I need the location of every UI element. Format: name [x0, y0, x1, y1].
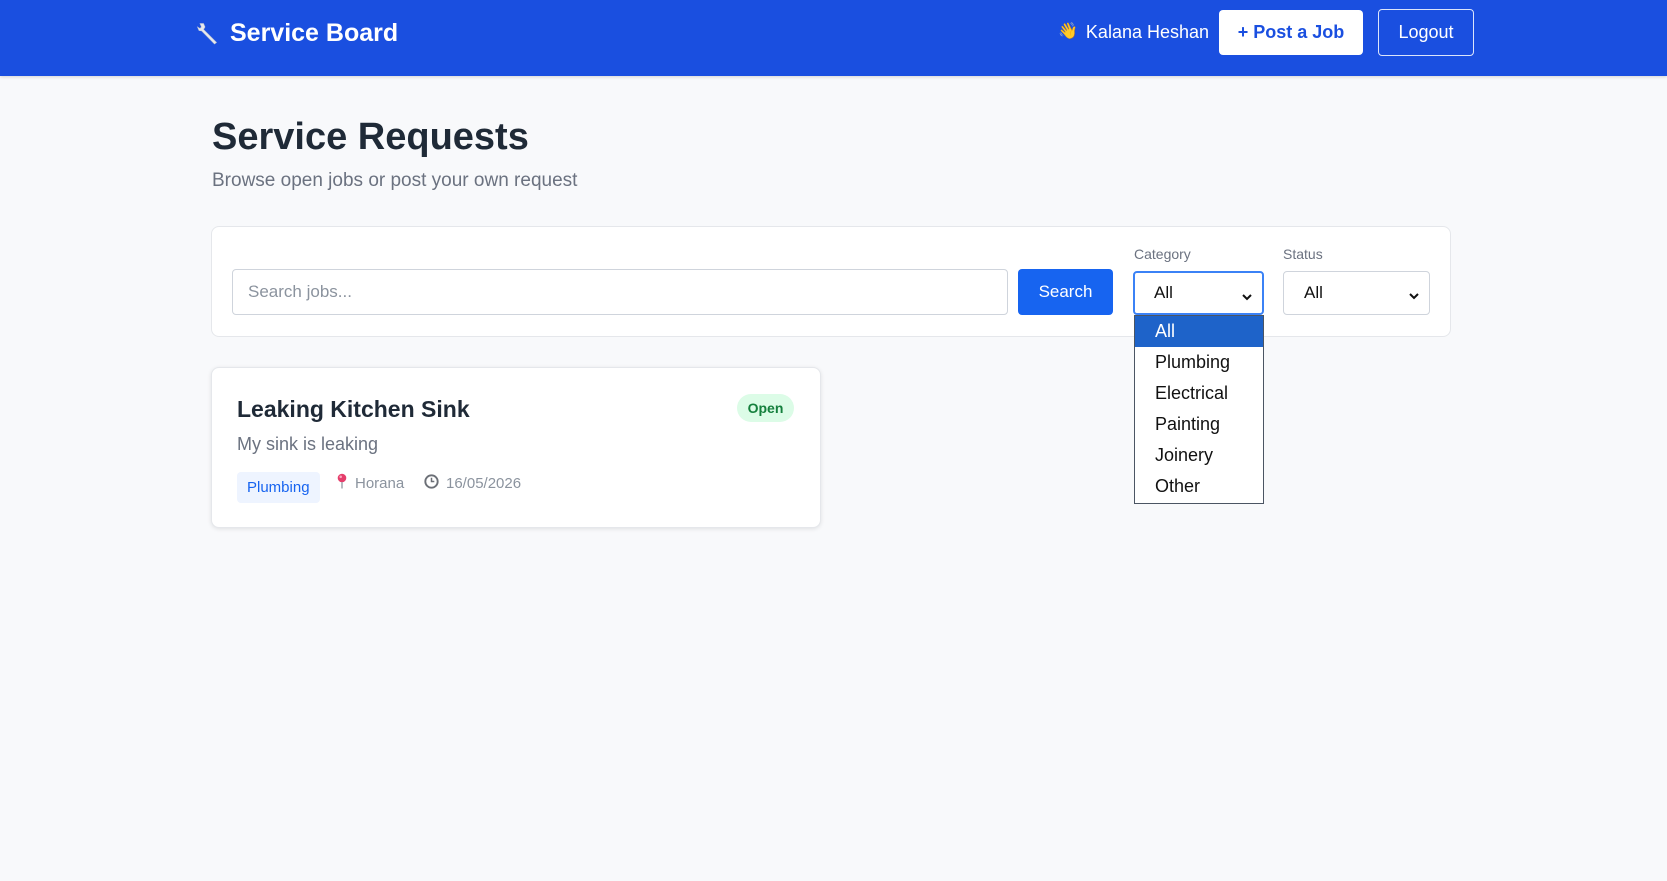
- brand-link[interactable]: Service Board: [196, 16, 398, 50]
- status-select[interactable]: All: [1283, 271, 1430, 315]
- category-option-painting[interactable]: Painting: [1135, 409, 1263, 440]
- job-location: Horana: [336, 473, 404, 493]
- chevron-down-icon: [1408, 287, 1420, 307]
- brand-name: Service Board: [230, 18, 399, 47]
- search-button[interactable]: Search: [1018, 269, 1113, 315]
- status-label: Status: [1283, 246, 1323, 262]
- category-tag: Plumbing: [237, 472, 320, 503]
- user-greeting: 👋 Kalana Heshan: [1058, 20, 1209, 44]
- clock-icon: [424, 473, 439, 493]
- job-date: 16/05/2026: [424, 473, 521, 493]
- waving-hand-icon: 👋: [1058, 23, 1078, 40]
- status-badge: Open: [737, 394, 794, 422]
- job-description: My sink is leaking: [237, 434, 379, 454]
- page-subtitle: Browse open jobs or post your own reques…: [212, 170, 578, 191]
- category-option-electrical[interactable]: Electrical: [1135, 378, 1263, 409]
- category-option-plumbing[interactable]: Plumbing: [1135, 347, 1263, 378]
- page-title: Service Requests: [212, 116, 529, 158]
- chevron-down-icon: [1241, 288, 1253, 308]
- post-job-button[interactable]: + Post a Job: [1219, 10, 1363, 55]
- pin-icon: [336, 473, 348, 493]
- wrench-icon: [196, 21, 220, 45]
- location-text: Horana: [355, 474, 405, 492]
- category-label: Category: [1134, 246, 1191, 262]
- top-navbar: Service Board 👋 Kalana Heshan + Post a J…: [0, 0, 1667, 76]
- category-option-other[interactable]: Other: [1135, 471, 1263, 502]
- category-select[interactable]: All: [1133, 271, 1264, 315]
- user-name: Kalana Heshan: [1085, 21, 1210, 42]
- job-title[interactable]: Leaking Kitchen Sink: [237, 396, 470, 423]
- search-input[interactable]: [232, 269, 1008, 315]
- category-option-joinery[interactable]: Joinery: [1135, 440, 1263, 471]
- category-dropdown-list: All Plumbing Electrical Painting Joinery…: [1134, 315, 1264, 504]
- category-option-all[interactable]: All: [1135, 316, 1263, 347]
- status-selected-value: All: [1304, 283, 1323, 302]
- category-selected-value: All: [1154, 283, 1173, 302]
- logout-button[interactable]: Logout: [1378, 9, 1474, 56]
- date-text: 16/05/2026: [446, 474, 522, 492]
